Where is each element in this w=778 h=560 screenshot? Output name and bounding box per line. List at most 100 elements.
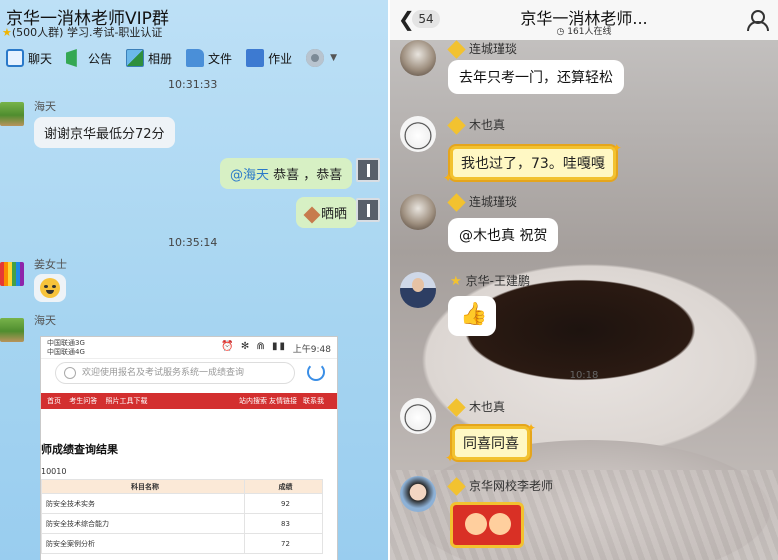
chevron-down-icon: ▼ [330, 53, 337, 63]
announcement-icon [66, 49, 77, 67]
file-icon [186, 49, 205, 67]
status-icons: ⏰ ✻ ⋒ ▮▮ [221, 341, 287, 352]
message-text: 恭喜 ，恭喜 [269, 168, 343, 183]
member-badge-icon [447, 40, 466, 59]
message-bubble[interactable]: 去年只考一门，还算轻松 [448, 60, 624, 94]
sender-name: 姜女士 [34, 258, 67, 271]
online-icon: ◷ [556, 27, 568, 37]
phone-time: 上午9:48 [292, 345, 331, 355]
message-text: 晒晒 [321, 207, 348, 222]
sender-name: 木也真 [447, 116, 505, 135]
avatar[interactable] [400, 116, 436, 152]
member-badge-icon [447, 116, 466, 135]
member-badge-icon [447, 193, 466, 212]
table-row: 防安全技术实务 92 [41, 493, 323, 514]
thumbs-up-icon: 👍 [460, 302, 488, 327]
phone-status-bar: 中国联通3G 中国联通4G ⏰ ✻ ⋒ ▮▮ 上午9:48 [41, 337, 337, 359]
sticker-message[interactable]: 👍 [448, 296, 496, 336]
message-bubble-self[interactable]: 晒晒 [296, 197, 358, 228]
table-header-row: 科目名称 成绩 [41, 479, 323, 494]
online-count: ◷ 161人在线 [390, 24, 778, 37]
sender-name: 连城瑾琰 [447, 193, 518, 212]
star-icon: ★ [2, 26, 12, 39]
album-icon [126, 49, 145, 67]
vip-message-bubble[interactable]: 我也过了，73。哇嘎嘎 [443, 141, 622, 185]
table-cell: 防安全技术实务 [41, 493, 245, 514]
avatar[interactable] [356, 198, 380, 222]
message-bubble[interactable]: @木也真 祝贺 [448, 218, 559, 252]
member-badge-icon [447, 398, 466, 417]
sender-name-text: 木也真 [469, 400, 506, 414]
toolbar-album[interactable]: 相册 [126, 49, 172, 67]
group-profile-icon[interactable] [746, 9, 769, 31]
group-toolbar: 聊天 公告 相册 文件 作业 ▼ [0, 44, 388, 72]
toolbar-file[interactable]: 文件 [186, 49, 232, 67]
nav-links: 友情链接 [269, 397, 297, 405]
sender-name-text: 连城瑾琰 [469, 42, 518, 56]
group-subtitle: ★(500人群) 学习.考试-职业认证 [2, 24, 162, 40]
candidate-number: 10010 [41, 467, 67, 476]
mention-link[interactable]: @海天 [230, 168, 269, 183]
sender-name-text: 京华-王建鹏 [465, 274, 530, 288]
table-cell: 防安全案例分析 [41, 533, 245, 554]
timestamp: 10:18 [569, 370, 599, 381]
avatar[interactable] [400, 476, 436, 512]
celebration-sticker[interactable] [450, 502, 524, 548]
sender-name: 连城瑾琰 [447, 40, 518, 59]
table-cell: 83 [244, 513, 323, 534]
score-table: 科目名称 成绩 防安全技术实务 92 防安全技术综合能力 83 防安全案例分析 … [41, 479, 323, 554]
search-icon [64, 367, 76, 379]
table-cell: 92 [244, 493, 323, 514]
timestamp: 10:31:33 [168, 78, 218, 91]
heart-icon [303, 206, 321, 223]
nav-contact: 联系我 [303, 397, 324, 405]
group-subtitle-text: (500人群) 学习.考试-职业认证 [11, 26, 163, 39]
sender-name: 京华网校李老师 [447, 477, 554, 496]
timestamp: 10:35:14 [168, 236, 218, 249]
admin-star-icon: ★ [450, 274, 462, 289]
toolbar-settings[interactable]: ▼ [306, 49, 337, 67]
column-header: 科目名称 [41, 479, 245, 494]
sender-name: 木也真 [447, 398, 506, 417]
avatar[interactable] [400, 194, 436, 230]
sender-name: 海天 [34, 100, 56, 113]
avatar[interactable] [0, 262, 24, 286]
homework-icon [246, 49, 265, 67]
table-cell: 72 [244, 533, 323, 554]
toolbar-album-label: 相册 [148, 51, 173, 66]
background-knit [390, 470, 778, 560]
message-bubble[interactable] [34, 274, 66, 302]
nav-qa: 考生问答 [69, 397, 98, 405]
carrier-1: 中国联通3G [47, 339, 85, 347]
avatar[interactable] [356, 158, 380, 182]
column-header: 成绩 [244, 479, 323, 494]
shared-image[interactable]: 中国联通3G 中国联通4G ⏰ ✻ ⋒ ▮▮ 上午9:48 欢迎使用报名及考试服务… [40, 336, 338, 560]
avatar[interactable] [400, 40, 436, 76]
carrier-text: 中国联通3G 中国联通4G [47, 339, 85, 357]
emoji-icon [40, 278, 60, 298]
online-count-text: 161人在线 [567, 27, 612, 37]
chat-header: ❮ 54 京华一消林老师... ◷ 161人在线 [390, 0, 778, 40]
sender-name-text: 京华网校李老师 [469, 479, 554, 493]
table-row: 防安全案例分析 72 [41, 533, 323, 554]
mobile-group-chat: ❮ 54 京华一消林老师... ◷ 161人在线 连城瑾琰 去年只考一门，还算轻… [390, 0, 778, 560]
chat-icon [6, 49, 24, 67]
nav-home: 首页 [47, 397, 61, 405]
toolbar-announcement[interactable]: 公告 [66, 49, 112, 67]
toolbar-file-label: 文件 [208, 51, 233, 66]
toolbar-homework[interactable]: 作业 [246, 49, 292, 67]
gear-icon [306, 49, 325, 67]
vip-message-bubble[interactable]: 同喜同喜 [445, 421, 536, 465]
avatar[interactable] [400, 398, 436, 434]
toolbar-chat[interactable]: 聊天 [6, 49, 52, 67]
message-bubble[interactable]: 谢谢京华最低分72分 [34, 117, 175, 148]
sender-name-text: 连城瑾琰 [469, 195, 518, 209]
avatar[interactable] [0, 318, 24, 342]
search-bar: 欢迎使用报名及考试服务系统一成绩查询 [55, 362, 295, 384]
message-bubble-self[interactable]: @海天 恭喜 ，恭喜 [220, 158, 353, 189]
avatar[interactable] [400, 272, 436, 308]
toolbar-announcement-label: 公告 [88, 51, 113, 66]
avatar[interactable] [0, 102, 24, 126]
sender-name: 海天 [34, 314, 56, 327]
toolbar-chat-label: 聊天 [28, 51, 53, 66]
